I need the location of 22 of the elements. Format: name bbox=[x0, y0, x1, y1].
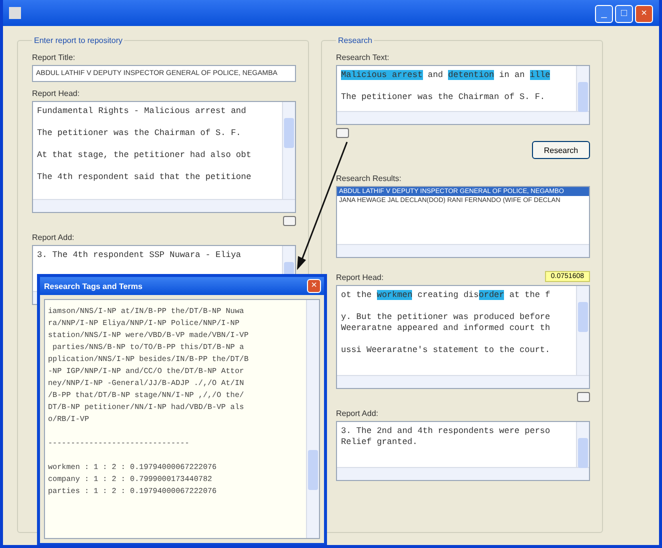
text-line: ussi Weeraratne's statement to the court. bbox=[341, 344, 552, 356]
text-line: y. But the petitioner was produced before bbox=[341, 311, 552, 323]
text-line: Relief granted. bbox=[341, 437, 419, 448]
text-line: The petitioner was the Chairman of S. F. bbox=[37, 127, 242, 139]
text-line: Fundamental Rights - Malicious arrest and bbox=[37, 106, 248, 117]
text-line: At that stage, the petitioner had also obt bbox=[37, 149, 252, 161]
field-label: Report Head: bbox=[32, 89, 81, 98]
dialog-title: Research Tags and Terms bbox=[44, 282, 142, 290]
field-label: Report Title: bbox=[32, 53, 76, 62]
text-line: The 4th respondent said that the petitione bbox=[37, 171, 252, 183]
field-label: Research Text: bbox=[336, 53, 390, 62]
group-title: Research bbox=[337, 36, 374, 45]
text-line: The petitioner was the Chairman of S. F. bbox=[341, 91, 546, 103]
text-line: Malicious arrest and detention in an ille bbox=[341, 70, 552, 81]
group-title: Enter report to repository bbox=[33, 36, 124, 45]
text-line: 3. The 2nd and 4th respondents were perso bbox=[341, 426, 552, 437]
field-label: Report Add: bbox=[32, 233, 76, 242]
text-line: 3. The 4th respondent SSP Nuwara - Eliya bbox=[37, 250, 242, 261]
text-line: Weeraratne appeared and informed court th bbox=[341, 323, 552, 334]
field-label: Report Head: bbox=[336, 273, 384, 282]
field-label: Report Add: bbox=[336, 409, 380, 418]
field-label: Research Results: bbox=[336, 174, 402, 183]
